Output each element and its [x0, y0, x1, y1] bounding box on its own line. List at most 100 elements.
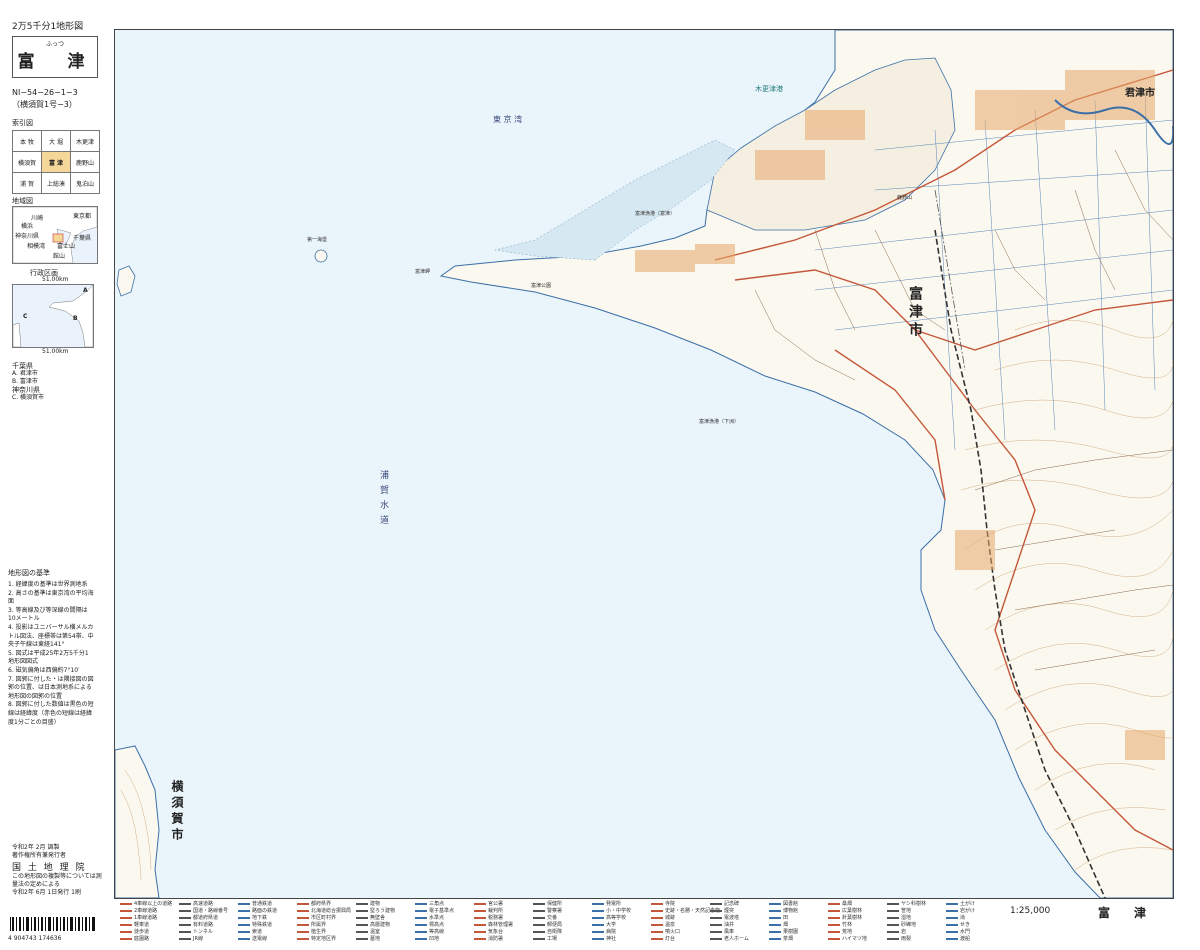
index-cell-current: 富 津	[41, 151, 71, 173]
legend-swatch	[651, 923, 663, 926]
legend-swatch	[120, 909, 132, 912]
legend-item: 大学	[592, 921, 616, 928]
legend-swatch	[828, 937, 840, 940]
legend-swatch	[946, 916, 958, 919]
legend-swatch	[533, 923, 545, 926]
legend-swatch	[533, 902, 545, 905]
legend-swatch	[238, 916, 250, 919]
legend-swatch	[769, 930, 781, 933]
legend-swatch	[946, 937, 958, 940]
region-label-tomisato: 館山	[53, 253, 66, 260]
legend-swatch	[828, 909, 840, 912]
index-cell: 鬼泊山	[70, 172, 100, 194]
legend-swatch	[120, 902, 132, 905]
legend-item: 建物	[356, 900, 380, 907]
region-label-tokyo: 東京都	[73, 213, 92, 220]
legend-swatch	[415, 923, 427, 926]
legend-swatch	[179, 902, 191, 905]
note-item: 6. 磁気偏角は西偏約7°10′	[8, 666, 80, 674]
legend-label: 工場	[547, 936, 558, 942]
index-cell: 浦 賀	[12, 172, 42, 194]
legend-label: 消防署	[488, 936, 504, 942]
legend-swatch	[297, 937, 309, 940]
legend-label: 渡船	[960, 936, 971, 942]
legend-swatch	[179, 923, 191, 926]
legend-item: 凹地	[415, 935, 439, 942]
legend-item: 都府県界	[297, 900, 331, 907]
legend-swatch	[415, 902, 427, 905]
legend-swatch	[828, 902, 840, 905]
legend-swatch	[710, 902, 722, 905]
legend-swatch	[710, 930, 722, 933]
label-kanouzan: 鹿野山	[897, 195, 913, 201]
note-item: 8. 図郭に付した数値は黒色の短線は経緯度（赤色の短線は経緯度1分ごとの目盛）	[8, 701, 94, 726]
legend-item: 図書館	[769, 900, 798, 907]
sheet-sub: （横須賀1号−3）	[12, 100, 77, 109]
legend-swatch	[297, 902, 309, 905]
legend-swatch	[356, 916, 368, 919]
index-cell: 本 牧	[12, 130, 42, 152]
legend-swatch	[710, 916, 722, 919]
legend-swatch	[592, 909, 604, 912]
admin-pref: 神奈川県	[12, 386, 40, 394]
legend-swatch	[297, 909, 309, 912]
note-item: 5. 図式は平成25年2万5千分1地形図図式	[8, 649, 89, 666]
publisher-name: 国 土 地 理 院	[12, 863, 87, 873]
legend-swatch	[769, 909, 781, 912]
legend-item: 北海道総合振興局	[297, 907, 351, 914]
legend-item: 城跡	[651, 914, 675, 921]
legend-swatch	[651, 909, 663, 912]
legend-swatch	[238, 930, 250, 933]
legend-item: 湿地	[887, 914, 911, 921]
map-name: 富 津	[17, 52, 93, 72]
legend-item: 森林管理署	[474, 921, 513, 928]
legend-item: 都道府県道	[179, 914, 218, 921]
legend-swatch	[238, 923, 250, 926]
label-futtsu-park: 富津公園	[531, 283, 552, 289]
legend-item: 軽車道	[120, 921, 149, 928]
region-label-kawasaki: 川崎	[31, 215, 44, 222]
legend-label: 特定地区界	[311, 936, 337, 942]
label-futtsu-port: 富津漁港（富津）	[635, 211, 676, 217]
legend-swatch	[769, 916, 781, 919]
legend-item: 索道	[238, 928, 262, 935]
legend-swatch	[297, 930, 309, 933]
barcode-digits: 4 904743 174636	[8, 935, 62, 942]
legend-item: 神社	[592, 935, 616, 942]
admin-item: C. 横須賀市	[12, 394, 45, 401]
label-island: 第一海堡	[307, 237, 328, 243]
legend-item: 田	[769, 914, 788, 921]
legend-label: 送電線	[252, 936, 268, 942]
legend-item: トンネル	[179, 928, 213, 935]
legend-item: ヤシ科樹林	[887, 900, 926, 907]
legend-swatch	[887, 930, 899, 933]
legend-item: 桑畑	[828, 900, 852, 907]
legend-item: 三角点	[415, 900, 444, 907]
legend-item: 博物館	[769, 907, 798, 914]
map-legend: 4車線以上の道路 2車線道路 1車線道路 軽車道 徒歩道 庭園路 高速道路 国道・路線番号 都道…	[114, 898, 1172, 942]
legend-swatch	[651, 937, 663, 940]
legend-swatch	[592, 923, 604, 926]
legend-swatch	[415, 937, 427, 940]
publish-date: 令和2年 2月 調製	[12, 844, 60, 851]
label-futtsu-city: 富津市	[907, 286, 923, 340]
legend-item: 官公署	[474, 900, 503, 907]
legend-swatch	[887, 909, 899, 912]
legend-swatch	[592, 937, 604, 940]
legend-item: 果樹園	[769, 928, 798, 935]
map-area[interactable]: 東 京 湾 木更津港 君津市 富津市 浦賀水道 横須賀市 富津漁港（富津） 富津…	[114, 29, 1174, 899]
legend-swatch	[946, 909, 958, 912]
legend-swatch	[710, 923, 722, 926]
legend-swatch	[474, 930, 486, 933]
publisher-label: 著作権所有兼発行者	[12, 852, 67, 859]
legend-item: 病院	[592, 928, 616, 935]
legend-item: 特殊鉄道	[238, 921, 272, 928]
legend-label: 雨裂	[901, 936, 912, 942]
legend-item: 老人ホーム	[710, 935, 749, 942]
legend-item: 郵便局	[533, 921, 562, 928]
legend-swatch	[533, 909, 545, 912]
label-uraga-channel: 浦賀水道	[378, 470, 388, 530]
legend-item: 地下鉄	[238, 914, 267, 921]
index-grid: 本 牧 大 堀 木更津 横須賀 富 津 鹿野山 浦 賀 上総湊 鬼泊山	[12, 130, 100, 194]
legend-swatch	[769, 902, 781, 905]
